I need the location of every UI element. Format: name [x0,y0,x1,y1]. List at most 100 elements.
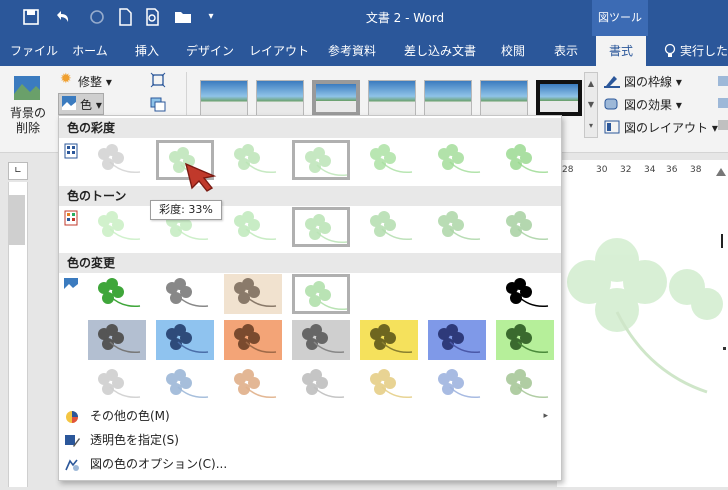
change-picture-icon[interactable] [150,96,166,112]
color-picture-icon [62,96,76,110]
picture-tools-header: 図ツール [592,0,648,36]
picture-border-icon [604,74,620,88]
picture-layout-icon [604,120,620,134]
document-page[interactable] [557,182,728,487]
picture-style-7[interactable] [536,80,582,116]
remove-background-button[interactable]: 背景の削除 [8,106,48,136]
ruler-tick: 38 [690,165,702,175]
recolor-option-11[interactable] [292,320,350,360]
open-folder-icon[interactable] [172,6,194,28]
tab-design[interactable]: デザイン [180,36,240,66]
tone-option-1[interactable] [88,207,146,247]
lightbulb-icon [662,36,678,66]
saturation-option-1[interactable] [88,140,146,180]
recolor-option-3[interactable] [224,274,282,314]
print-preview-icon[interactable] [142,6,164,28]
saturation-tooltip: 彩度: 33% [150,200,222,220]
recolor-option-20[interactable] [428,365,486,405]
saturation-header: 色の彩度 [59,118,561,138]
recolor-option-14[interactable] [496,320,554,360]
page-clover-image[interactable] [557,182,728,487]
ruler-tick: 30 [596,165,608,175]
tell-me-box[interactable]: 実行したい [680,36,728,66]
tab-insert[interactable]: 挿入 [124,36,170,66]
picture-style-1[interactable] [200,80,248,116]
recolor-option-16[interactable] [156,365,214,405]
recolor-option-18[interactable] [292,365,350,405]
set-transparent-color-item[interactable]: 透明色を指定(S) [60,429,558,451]
picture-effects-button[interactable]: 図の効果 ▾ [624,96,682,113]
gallery-scroll[interactable]: ▲ ▼ ▾ [584,72,598,138]
ruler-tick: 28 [562,165,574,175]
recolor-option-7[interactable] [496,274,554,314]
picture-border-button[interactable]: 図の枠線 ▾ [624,73,682,90]
saturation-option-7[interactable] [496,140,554,180]
tone-option-4[interactable] [292,207,350,247]
recolor-option-13[interactable] [428,320,486,360]
customize-qat-icon[interactable]: ▾ [200,6,222,28]
tab-mailings[interactable]: 差し込み文書 [398,36,482,66]
picture-color-options-item[interactable]: 図の色のオプション(C)... [60,453,558,475]
recolor-header: 色の変更 [59,253,561,273]
tone-option-6[interactable] [428,207,486,247]
color-button-label: 色 ▾ [80,98,102,112]
tab-review[interactable]: 校閲 [494,36,532,66]
recolor-option-2[interactable] [156,274,214,314]
color-options-icon [64,457,80,471]
recolor-option-12[interactable] [360,320,418,360]
tone-option-7[interactable] [496,207,554,247]
submenu-arrow-icon: ▸ [543,411,548,421]
tab-file[interactable]: ファイル [8,36,60,66]
tab-home[interactable]: ホーム [66,36,114,66]
saturation-option-5[interactable] [360,140,418,180]
recolor-option-15[interactable] [88,365,146,405]
undo-icon[interactable] [52,6,74,28]
recolor-options-icon [64,278,78,292]
recolor-option-17[interactable] [224,365,282,405]
tone-options-icon [64,210,78,226]
ruler-tick: 32 [620,165,632,175]
saturation-options-icon [64,143,78,159]
picture-style-3[interactable] [312,80,360,116]
picture-style-5[interactable] [424,80,472,116]
right-indent-marker[interactable] [716,168,726,176]
palette-icon [64,409,80,423]
recolor-option-8[interactable] [88,320,146,360]
window-title: 文書 2 - Word [365,11,445,25]
sun-icon: ✹ [60,71,72,87]
recolor-option-1[interactable] [88,274,146,314]
picture-effects-icon [604,97,620,111]
save-icon[interactable] [20,6,42,28]
picture-style-2[interactable] [256,80,304,116]
redo-icon[interactable] [86,6,108,28]
compress-pictures-icon[interactable] [150,72,166,88]
tab-references[interactable]: 参考資料 [320,36,384,66]
tab-view[interactable]: 表示 [546,36,586,66]
picture-style-6[interactable] [480,80,528,116]
ruler-tick: 34 [644,165,656,175]
vertical-ruler-margin [9,195,25,245]
tone-option-3[interactable] [224,207,282,247]
transparent-color-icon [64,433,80,447]
arrange-group-icons [716,74,728,134]
recolor-option-10[interactable] [224,320,282,360]
tab-format[interactable]: 書式 [596,36,646,66]
picture-style-4[interactable] [368,80,416,116]
corrections-button[interactable]: 修整 ▾ [78,73,112,90]
picture-layout-button[interactable]: 図のレイアウト ▾ [624,119,718,136]
tone-option-5[interactable] [360,207,418,247]
recolor-option-19[interactable] [360,365,418,405]
saturation-option-4[interactable] [292,140,350,180]
more-colors-item[interactable]: その他の色(M) ▸ [60,405,558,427]
mouse-cursor-icon [184,162,218,195]
recolor-option-4[interactable] [292,274,350,314]
recolor-option-9[interactable] [156,320,214,360]
tab-layout[interactable]: レイアウト [248,36,310,66]
saturation-option-3[interactable] [224,140,282,180]
recolor-option-21[interactable] [496,365,554,405]
tab-selector[interactable]: ∟ [8,162,28,180]
saturation-option-6[interactable] [428,140,486,180]
remove-background-icon[interactable] [12,74,42,102]
new-document-icon[interactable] [114,6,136,28]
horizontal-ruler [555,160,728,183]
